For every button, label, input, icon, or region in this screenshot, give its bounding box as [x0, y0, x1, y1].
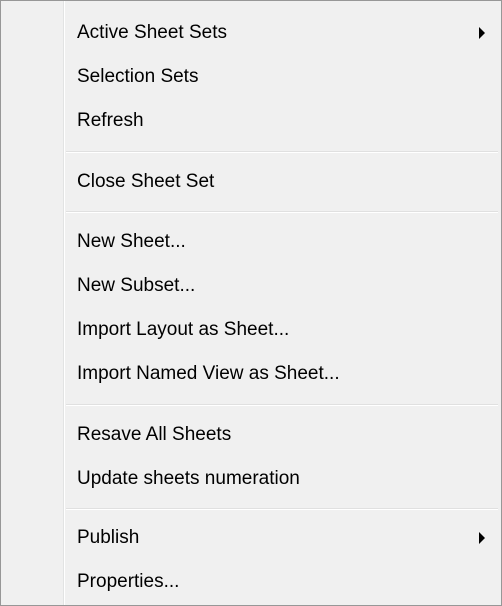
- context-menu: Active Sheet Sets Selection Sets Refresh…: [0, 0, 502, 606]
- menu-item-update-sheets-numeration[interactable]: Update sheets numeration: [1, 457, 501, 501]
- menu-separator: [66, 151, 498, 153]
- menu-separator: [66, 508, 498, 510]
- menu-item-publish[interactable]: Publish: [1, 516, 501, 560]
- menu-item-import-layout-as-sheet[interactable]: Import Layout as Sheet...: [1, 308, 501, 352]
- menu-item-label: Update sheets numeration: [77, 468, 300, 489]
- menu-item-label: Resave All Sheets: [77, 424, 232, 445]
- menu-separator: [66, 404, 498, 406]
- submenu-arrow-icon: [479, 27, 485, 39]
- menu-item-new-sheet[interactable]: New Sheet...: [1, 220, 501, 264]
- menu-item-selection-sets[interactable]: Selection Sets: [1, 55, 501, 99]
- menu-item-refresh[interactable]: Refresh: [1, 99, 501, 143]
- menu-item-label: Close Sheet Set: [77, 171, 215, 192]
- menu-item-label: New Subset...: [77, 275, 196, 296]
- menu-item-properties[interactable]: Properties...: [1, 560, 501, 604]
- menu-item-new-subset[interactable]: New Subset...: [1, 264, 501, 308]
- menu-item-label: Properties...: [77, 571, 180, 592]
- menu-item-label: Import Layout as Sheet...: [77, 319, 290, 340]
- menu-item-active-sheet-sets[interactable]: Active Sheet Sets: [1, 11, 501, 55]
- menu-item-label: Refresh: [77, 110, 144, 131]
- menu-item-label: Import Named View as Sheet...: [77, 363, 340, 384]
- menu-separator: [66, 211, 498, 213]
- menu-item-label: Selection Sets: [77, 66, 199, 87]
- menu-item-import-named-view-as-sheet[interactable]: Import Named View as Sheet...: [1, 352, 501, 396]
- menu-item-close-sheet-set[interactable]: Close Sheet Set: [1, 160, 501, 204]
- submenu-arrow-icon: [479, 532, 485, 544]
- menu-item-label: New Sheet...: [77, 231, 186, 252]
- menu-item-resave-all-sheets[interactable]: Resave All Sheets: [1, 413, 501, 457]
- menu-item-label: Publish: [77, 527, 140, 548]
- menu-item-label: Active Sheet Sets: [77, 22, 227, 43]
